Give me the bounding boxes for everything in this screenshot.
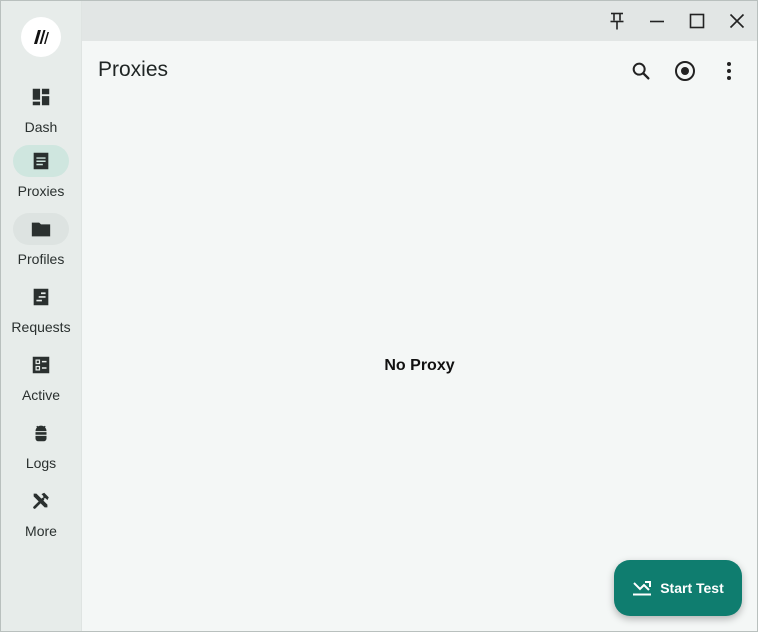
android-bug-icon	[35, 425, 47, 442]
speed-test-icon	[633, 581, 652, 596]
nav-item-proxies[interactable]: Proxies	[1, 145, 81, 209]
nav-label: Profiles	[17, 251, 65, 267]
nav-label: Dash	[24, 119, 58, 135]
requests-icon	[33, 288, 49, 306]
folder-icon	[31, 222, 51, 237]
search-icon	[632, 62, 650, 80]
minimize-icon	[650, 20, 664, 23]
close-icon	[729, 13, 745, 29]
navigation-rail: Dash Proxies Profiles Requests Active Lo…	[1, 1, 82, 631]
nav-label: Active	[21, 387, 61, 403]
nav-item-more[interactable]: More	[1, 485, 81, 549]
logo-icon	[34, 30, 49, 44]
nav-label: More	[25, 523, 57, 539]
pin-icon	[610, 12, 624, 30]
start-test-button[interactable]: Start Test	[614, 560, 742, 616]
maximize-button[interactable]	[681, 5, 713, 37]
nav-label: Requests	[11, 319, 71, 335]
nav-label: Proxies	[17, 183, 65, 199]
more-options-button[interactable]	[711, 53, 747, 89]
maximize-icon	[689, 13, 705, 29]
nav-item-dash[interactable]: Dash	[1, 81, 81, 145]
radio-target-icon	[675, 61, 695, 81]
nav-item-profiles[interactable]: Profiles	[1, 213, 81, 277]
more-vert-icon	[727, 62, 731, 80]
nav-item-requests[interactable]: Requests	[1, 281, 81, 345]
dashboard-icon	[32, 88, 50, 106]
page-title: Proxies	[98, 58, 169, 81]
nav-label: Logs	[25, 455, 57, 471]
app-logo	[21, 17, 61, 57]
search-button[interactable]	[623, 53, 659, 89]
nav-item-active[interactable]: Active	[1, 349, 81, 413]
pin-button[interactable]	[601, 5, 633, 37]
nav-item-logs[interactable]: Logs	[1, 417, 81, 481]
close-button[interactable]	[721, 5, 753, 37]
connections-icon	[32, 356, 50, 374]
proxies-list-icon	[33, 152, 49, 170]
title-bar	[82, 1, 757, 41]
check-all-button[interactable]	[667, 53, 703, 89]
start-test-label: Start Test	[660, 580, 724, 596]
empty-state-text: No Proxy	[384, 357, 455, 374]
app-window: Dash Proxies Profiles Requests Active Lo…	[0, 0, 758, 632]
main-content: Proxies No Proxy Start Test	[82, 41, 757, 631]
tools-icon	[33, 492, 49, 509]
minimize-button[interactable]	[641, 5, 673, 37]
